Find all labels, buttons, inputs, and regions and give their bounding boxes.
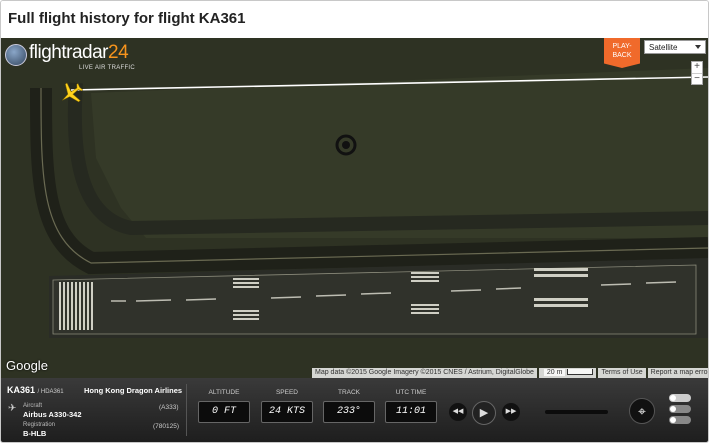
play-icon[interactable]: ▶	[472, 401, 496, 425]
map-scale: 20 m	[538, 368, 597, 378]
aircraft-code: (A333)	[159, 404, 179, 411]
aircraft-marker-icon[interactable]	[59, 80, 85, 106]
zoom-in-button[interactable]: +	[692, 62, 702, 73]
speed-label: SPEED	[275, 389, 299, 396]
flight-history-widget: Full flight history for flight KA361 fli…	[0, 0, 709, 443]
playback-button[interactable]: PLAY- BACK	[604, 38, 640, 68]
playback-progress-slider[interactable]	[545, 410, 608, 414]
map-type-value: Satellite	[649, 43, 678, 52]
zoom-control: + −	[691, 61, 703, 85]
page-title: Full flight history for flight KA361	[8, 10, 246, 27]
registration-code: (780125)	[153, 423, 180, 430]
toggle-switch-3[interactable]	[669, 416, 691, 424]
map-type-select[interactable]: Satellite	[644, 40, 706, 54]
crosshair-icon[interactable]: ⌖	[629, 398, 655, 424]
speed-readout: 24 KTS	[261, 401, 313, 423]
utc-time-label: UTC TIME	[395, 389, 427, 396]
terms-of-use-link[interactable]: Terms of Use	[598, 368, 646, 378]
airplane-icon: ✈	[8, 403, 17, 414]
logo-wordmark: flightradar	[29, 42, 109, 63]
utc-time-readout: 11:01	[385, 401, 437, 423]
map-data-credit: Map data ©2015 Google Imagery ©2015 CNES…	[312, 368, 537, 378]
icao-callsign: / HDA361	[37, 389, 64, 395]
scale-bar	[567, 369, 594, 376]
toggle-switch-1[interactable]	[669, 394, 691, 402]
altitude-readout: 0 FT	[198, 401, 250, 423]
track-readout: 233°	[323, 401, 375, 423]
toggle-switch-2[interactable]	[669, 405, 691, 413]
track-label: TRACK	[337, 389, 361, 396]
report-map-error-link[interactable]: Report a map error	[647, 368, 708, 378]
map-attribution: Map data ©2015 Google Imagery ©2015 CNES…	[310, 368, 708, 378]
aircraft-label: Aircraft	[23, 403, 43, 409]
satellite-map[interactable]: flightradar24 LIVE AIR TRAFFIC PLAY- BAC…	[1, 38, 708, 378]
playback-label-line-1: PLAY-	[612, 43, 632, 50]
google-logo: Google	[6, 358, 48, 373]
playback-label-line-2: BACK	[612, 52, 632, 59]
panel-divider	[186, 384, 187, 436]
logo-number: 24	[108, 42, 129, 63]
registration-label: Registration	[23, 422, 56, 428]
rewind-icon[interactable]: ◀◀	[449, 403, 467, 421]
aircraft-type: Airbus A330-342	[23, 410, 82, 419]
zoom-out-button[interactable]: −	[692, 73, 702, 85]
flight-number: KA361 / HDA361	[7, 385, 64, 395]
view-toggles	[669, 394, 691, 427]
fast-forward-icon[interactable]: ▶▶	[502, 403, 520, 421]
playback-panel: KA361 / HDA361 Hong Kong Dragon Airlines…	[1, 378, 708, 442]
airline-name: Hong Kong Dragon Airlines	[84, 386, 183, 395]
title-bar: Full flight history for flight KA361	[1, 1, 708, 38]
chevron-down-icon	[695, 45, 701, 49]
globe-icon	[5, 44, 27, 66]
registration-value: B-HLB	[23, 429, 47, 438]
airport-satellite-imagery	[1, 38, 708, 378]
altitude-label: ALTITUDE	[208, 389, 240, 396]
logo-subtitle: LIVE AIR TRAFFIC	[79, 65, 136, 71]
